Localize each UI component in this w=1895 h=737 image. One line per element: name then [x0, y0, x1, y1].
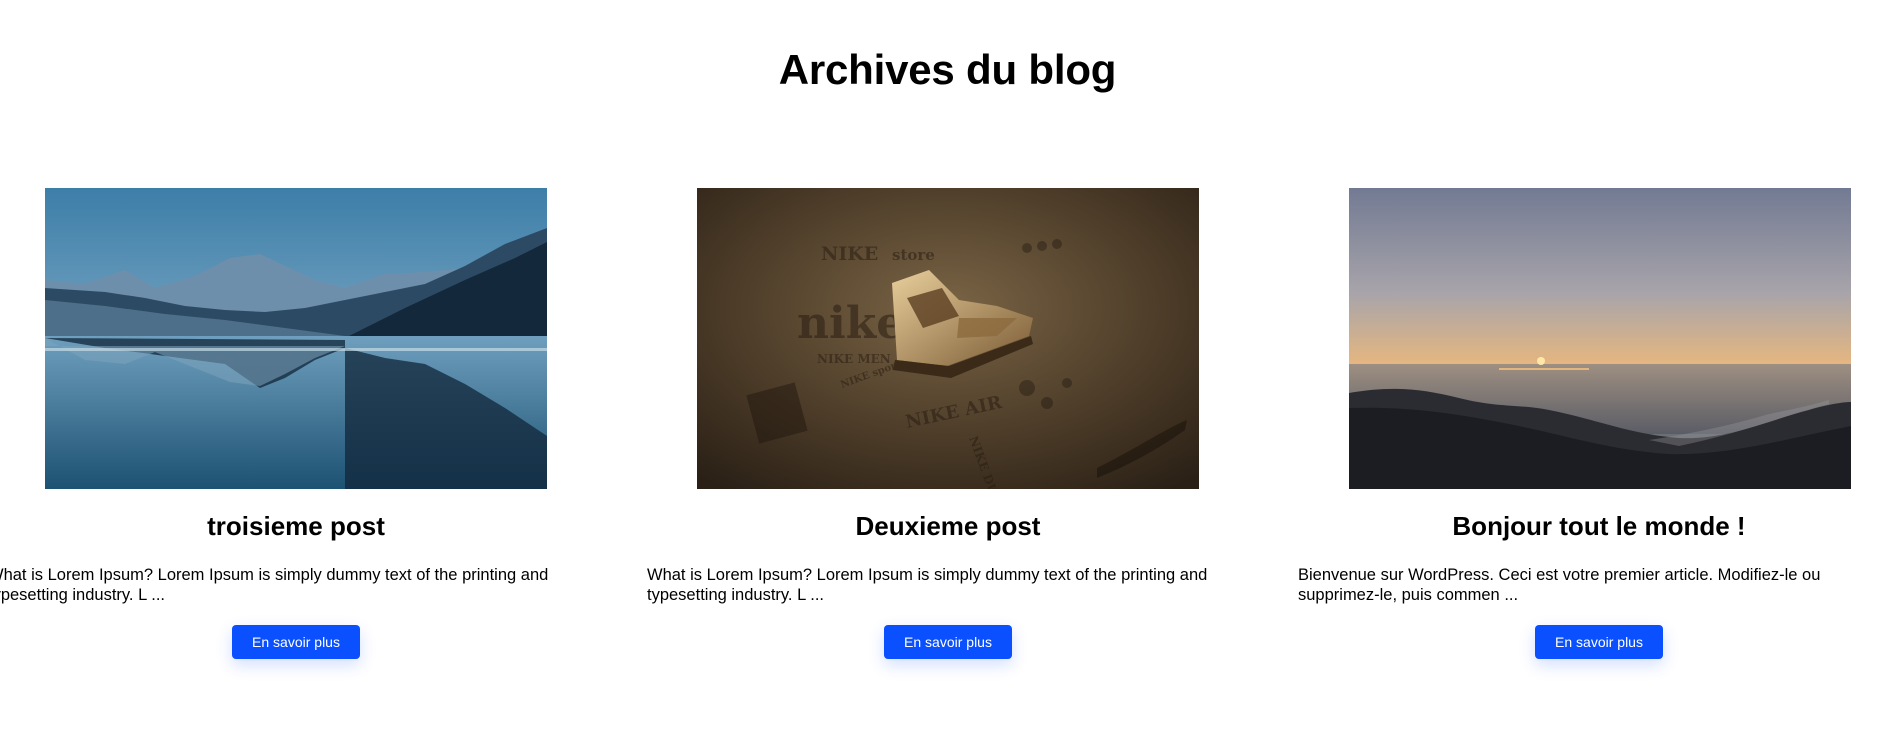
post-thumbnail-sunset-coast[interactable] [1349, 188, 1851, 489]
read-more-button[interactable]: En savoir plus [232, 625, 360, 659]
post-card: Bonjour tout le monde ! Bienvenue sur Wo… [1298, 188, 1858, 659]
post-title[interactable]: Deuxieme post [647, 509, 1249, 543]
post-title[interactable]: Bonjour tout le monde ! [1298, 509, 1895, 543]
post-excerpt: What is Lorem Ipsum? Lorem Ipsum is simp… [647, 566, 1208, 604]
read-more-button[interactable]: En savoir plus [884, 625, 1012, 659]
blog-archive-page: Archives du blog troisieme post What is … [0, 0, 1895, 737]
post-card: troisieme post What is Lorem Ipsum? Lore… [0, 188, 560, 659]
post-card: NIKE store nike NIKE MEN NIKE AIR NIKE D… [647, 188, 1207, 659]
page-title: Archives du blog [778, 46, 1117, 93]
svg-text:store: store [892, 246, 935, 264]
post-excerpt: What is Lorem Ipsum? Lorem Ipsum is simp… [0, 566, 549, 604]
post-title[interactable]: troisieme post [0, 509, 592, 543]
post-thumbnail-mountain-lake[interactable] [45, 188, 547, 489]
post-excerpt: Bienvenue sur WordPress. Ceci est votre … [1298, 566, 1821, 604]
svg-text:NIKE: NIKE [821, 243, 878, 265]
svg-text:NIKE MEN: NIKE MEN [817, 352, 891, 366]
post-thumbnail-nike-shoe[interactable]: NIKE store nike NIKE MEN NIKE AIR NIKE D… [697, 188, 1199, 489]
svg-text:nike: nike [797, 298, 904, 349]
read-more-button[interactable]: En savoir plus [1535, 625, 1663, 659]
